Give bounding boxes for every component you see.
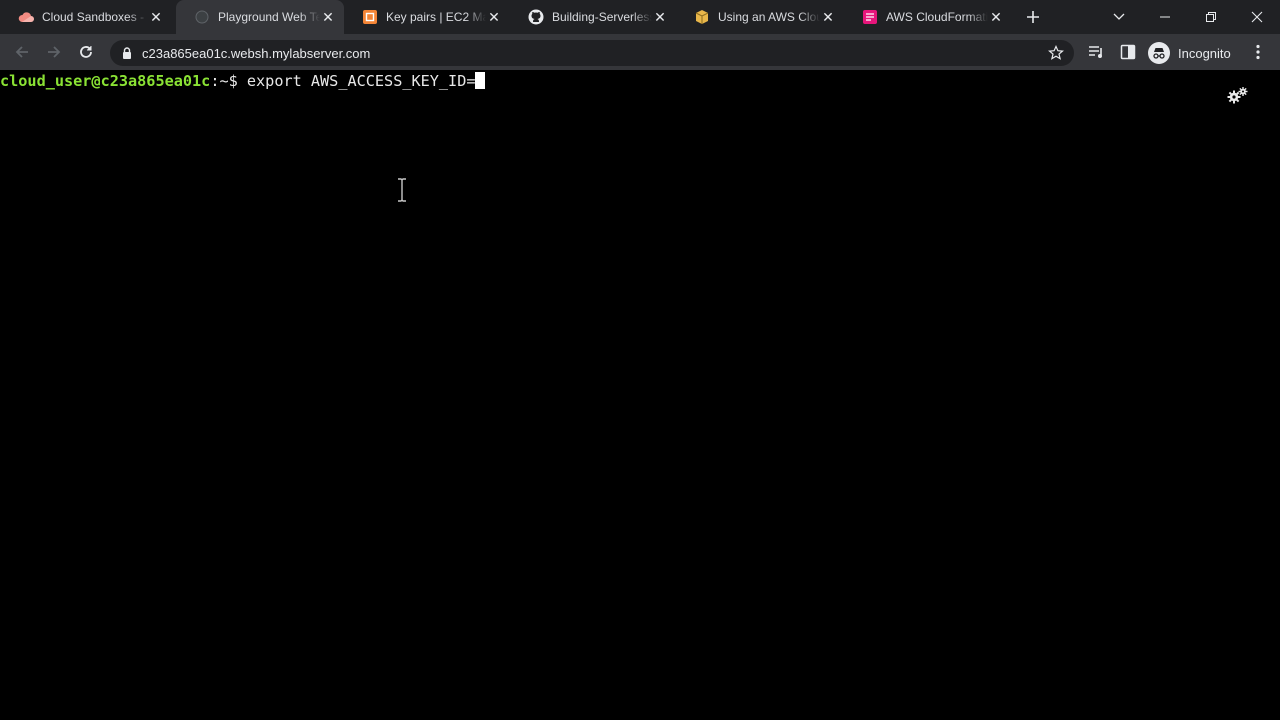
web-terminal[interactable]: cloud_user@c23a865ea01c:~$ export AWS_AC… bbox=[0, 70, 1280, 720]
minimize-icon bbox=[1160, 16, 1170, 18]
close-window-button[interactable] bbox=[1234, 0, 1280, 34]
close-icon[interactable]: ✕ bbox=[988, 9, 1004, 25]
terminal-command-line[interactable]: cloud_user@c23a865ea01c:~$ export AWS_AC… bbox=[0, 72, 486, 90]
tab-title: Using an AWS Clou bbox=[718, 10, 820, 24]
ec2-icon bbox=[362, 9, 378, 25]
url-text[interactable]: c23a865ea01c.websh.mylabserver.com bbox=[142, 46, 1046, 61]
restore-button[interactable] bbox=[1188, 0, 1234, 34]
cloud-icon bbox=[18, 9, 34, 25]
close-icon[interactable]: ✕ bbox=[320, 9, 336, 25]
close-icon bbox=[1251, 11, 1263, 23]
restore-icon bbox=[1206, 12, 1216, 22]
address-bar[interactable]: c23a865ea01c.websh.mylabserver.com bbox=[110, 40, 1074, 66]
plus-icon bbox=[1027, 11, 1039, 23]
tab-building-serverless[interactable]: Building-Serverless ✕ bbox=[510, 0, 676, 34]
queue-music-icon bbox=[1089, 46, 1102, 58]
cloudformation-icon bbox=[862, 9, 878, 25]
tab-title: Playground Web Te bbox=[218, 10, 320, 24]
lock-icon[interactable] bbox=[120, 46, 134, 60]
close-icon[interactable]: ✕ bbox=[820, 9, 836, 25]
minimize-button[interactable] bbox=[1142, 0, 1188, 34]
tab-title: Cloud Sandboxes - bbox=[42, 10, 145, 24]
close-icon[interactable]: ✕ bbox=[652, 9, 668, 25]
tab-cloud-sandboxes[interactable]: Cloud Sandboxes - ✕ bbox=[0, 0, 172, 34]
tab-aws-cloudformation[interactable]: AWS CloudFormati ✕ bbox=[844, 0, 1012, 34]
reload-button[interactable] bbox=[74, 40, 98, 64]
typed-command: export AWS_ACCESS_KEY_ID= bbox=[246, 72, 476, 90]
arrow-left-icon bbox=[15, 46, 28, 58]
prompt-path: :~$ bbox=[210, 72, 247, 90]
bookmark-star-icon[interactable] bbox=[1046, 43, 1066, 63]
text-cursor-icon bbox=[396, 178, 408, 202]
gears-icon bbox=[1227, 87, 1248, 104]
tab-search-button[interactable] bbox=[1096, 0, 1142, 34]
incognito-icon bbox=[1148, 42, 1170, 64]
incognito-indicator[interactable]: Incognito bbox=[1148, 41, 1231, 65]
reload-icon bbox=[80, 46, 92, 58]
tab-strip: Cloud Sandboxes - ✕ Playground Web Te ✕ … bbox=[0, 0, 1280, 34]
close-icon[interactable]: ✕ bbox=[148, 9, 164, 25]
new-tab-button[interactable] bbox=[1024, 8, 1042, 26]
tab-using-aws-cloud[interactable]: Using an AWS Clou ✕ bbox=[676, 0, 844, 34]
globe-icon bbox=[194, 9, 210, 25]
arrow-right-icon bbox=[48, 46, 61, 58]
tab-title: AWS CloudFormati bbox=[886, 10, 988, 24]
side-panel-button[interactable] bbox=[1116, 40, 1140, 64]
chevron-down-icon bbox=[1113, 13, 1125, 20]
tab-title: Building-Serverless bbox=[552, 10, 652, 24]
tab-playground-web-terminal[interactable]: Playground Web Te ✕ bbox=[176, 0, 344, 34]
forward-button[interactable] bbox=[42, 40, 66, 64]
github-icon bbox=[528, 9, 544, 25]
media-controls-button[interactable] bbox=[1084, 40, 1108, 64]
tab-title: Key pairs | EC2 Mar bbox=[386, 10, 486, 24]
terminal-cursor bbox=[475, 72, 486, 89]
package-icon bbox=[694, 9, 710, 25]
tab-key-pairs-ec2[interactable]: Key pairs | EC2 Mar ✕ bbox=[344, 0, 510, 34]
back-button[interactable] bbox=[10, 40, 34, 64]
terminal-settings-button[interactable] bbox=[1226, 86, 1250, 106]
close-icon[interactable]: ✕ bbox=[486, 9, 502, 25]
incognito-label: Incognito bbox=[1178, 45, 1231, 61]
side-panel-icon bbox=[1120, 44, 1136, 60]
kebab-menu-icon bbox=[1256, 44, 1260, 60]
prompt-user-host: cloud_user@c23a865ea01c bbox=[0, 72, 211, 90]
browser-menu-button[interactable] bbox=[1246, 40, 1270, 64]
